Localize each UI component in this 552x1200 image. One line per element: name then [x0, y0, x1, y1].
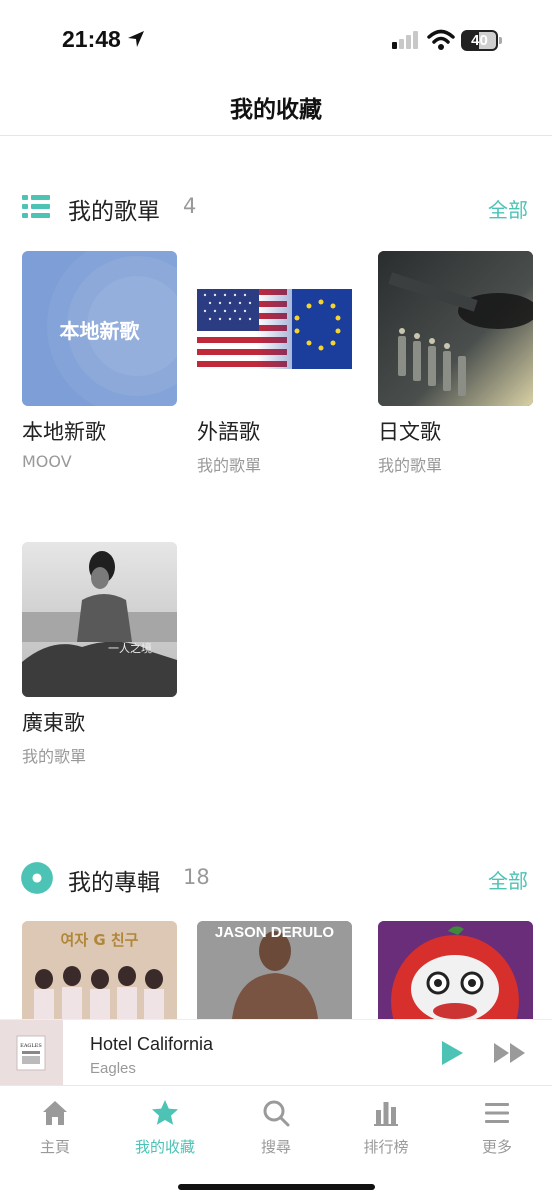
location-arrow-icon — [128, 31, 144, 47]
album-cover: 여자 G 친구 — [22, 921, 177, 1019]
svg-text:一人之境: 一人之境 — [108, 641, 152, 655]
star-icon — [152, 1100, 178, 1125]
albums-count: 18 — [183, 865, 210, 889]
disc-icon — [21, 862, 53, 894]
battery-level: 40 — [471, 32, 488, 49]
playlist-subtitle: 我的歌單 — [197, 456, 262, 475]
cellular-signal-icon — [392, 31, 418, 49]
now-playing-title: Hotel California — [90, 1034, 214, 1054]
album-cover — [378, 921, 533, 1019]
wifi-icon — [427, 29, 455, 50]
playlist-cover: 一人之境 — [22, 542, 177, 697]
now-playing-artist: Eagles — [90, 1060, 136, 1077]
tab-more[interactable]: 更多 — [457, 1098, 537, 1157]
status-bar: 21:48 40 — [0, 0, 552, 80]
page-title: 我的收藏 — [230, 97, 322, 123]
tab-label: 我的收藏 — [134, 1138, 195, 1156]
album-cover-text: JASON DERULO — [214, 924, 335, 941]
tab-label: 主頁 — [39, 1138, 70, 1156]
menu-icon — [485, 1103, 509, 1123]
playlist-cover-text: 本地新歌 — [59, 319, 140, 343]
playlist-cover — [378, 251, 533, 406]
tab-charts[interactable]: 排行榜 — [346, 1098, 426, 1157]
tab-bar: 主頁 我的收藏 搜尋 排行榜 更多 — [0, 1085, 552, 1200]
playlist-title: 廣東歌 — [22, 711, 85, 735]
playlist-tile-cantonese[interactable]: 一人之境 廣東歌 我的歌單 — [22, 542, 177, 767]
playlists-see-all-link[interactable]: 全部 — [488, 194, 528, 223]
now-playing-cover-text: EAGLES — [20, 1043, 42, 1049]
battery-indicator: 40 — [461, 30, 503, 51]
playlist-title: 外語歌 — [197, 420, 260, 444]
tab-home[interactable]: 主頁 — [15, 1098, 95, 1157]
albums-section-title: 我的專輯 — [68, 870, 160, 896]
playlists-count: 4 — [183, 194, 197, 218]
playlist-title: 本地新歌 — [22, 420, 106, 444]
album-cover-text: 여자 G 친구 — [60, 931, 139, 949]
chart-icon — [374, 1102, 398, 1126]
playlist-tile-japanese[interactable]: 日文歌 我的歌單 — [378, 251, 533, 476]
tab-label: 更多 — [481, 1138, 512, 1156]
tab-favorites[interactable]: 我的收藏 — [125, 1098, 205, 1157]
playlist-tile-foreign[interactable]: 外語歌 我的歌單 — [197, 251, 352, 476]
tab-label: 搜尋 — [260, 1138, 291, 1156]
playlist-cover — [197, 251, 352, 406]
album-cover: JASON DERULO — [197, 921, 352, 1019]
home-icon — [43, 1101, 67, 1125]
search-icon — [263, 1100, 290, 1127]
playlist-subtitle: 我的歌單 — [378, 456, 443, 475]
albums-see-all-link[interactable]: 全部 — [488, 865, 528, 894]
playlist-tile-local-new[interactable]: 本地新歌 本地新歌 MOOV — [22, 251, 177, 471]
list-icon — [22, 195, 50, 218]
nav-bar: 我的收藏 — [0, 80, 552, 136]
playlist-subtitle: 我的歌單 — [22, 747, 87, 766]
album-tile-jason-derulo[interactable]: JASON DERULO — [197, 921, 352, 1019]
album-tile-daruma[interactable] — [378, 921, 533, 1019]
tab-search[interactable]: 搜尋 — [236, 1098, 316, 1157]
now-playing-cover: EAGLES — [0, 1020, 63, 1086]
album-tile-gfriend[interactable]: 여자 G 친구 — [22, 921, 177, 1019]
skip-forward-icon[interactable] — [493, 1042, 527, 1064]
playlist-subtitle: MOOV — [22, 452, 72, 471]
playlist-cover: 本地新歌 — [22, 251, 177, 406]
playlists-section-title: 我的歌單 — [68, 199, 160, 225]
tab-label: 排行榜 — [363, 1138, 409, 1156]
home-indicator — [178, 1184, 375, 1190]
albums-section-header: 我的專輯 18 全部 — [0, 859, 552, 899]
mini-player[interactable]: EAGLES Hotel California Eagles — [0, 1019, 552, 1086]
status-time: 21:48 — [62, 26, 121, 52]
playlists-section-header: 我的歌單 4 全部 — [0, 188, 552, 228]
play-icon[interactable] — [440, 1040, 464, 1066]
playlist-title: 日文歌 — [378, 420, 441, 444]
